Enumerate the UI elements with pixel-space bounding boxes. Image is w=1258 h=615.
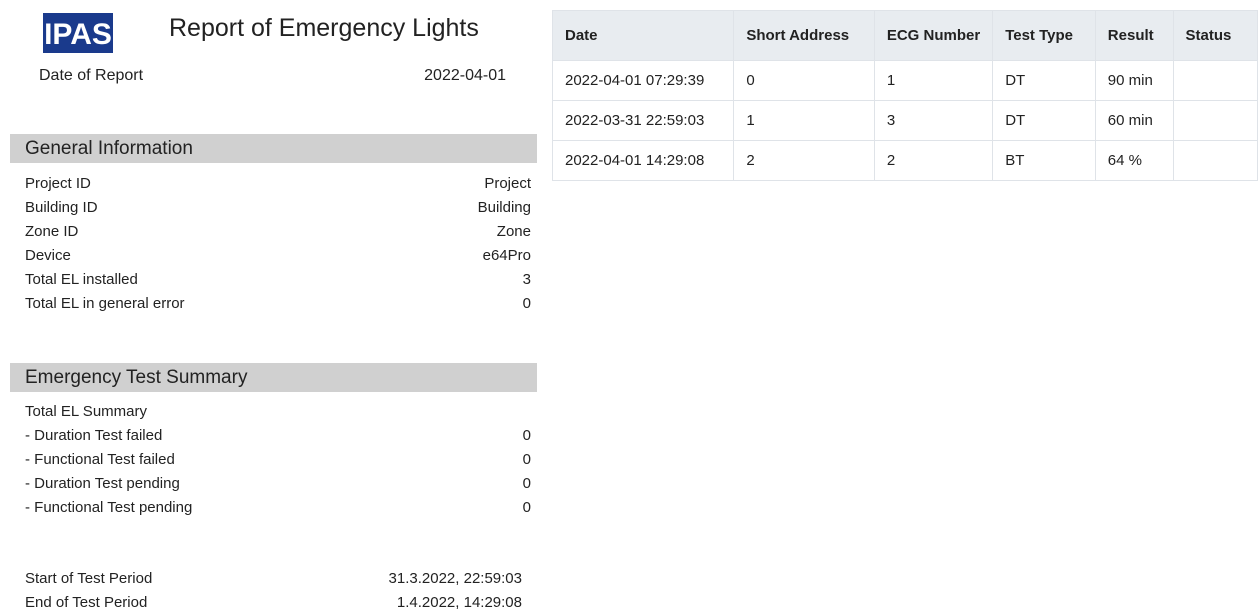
emergency-test-summary-list: Total EL Summary - Duration Test failed … bbox=[25, 400, 531, 520]
column-header-result: Result bbox=[1094, 10, 1174, 61]
general-info-label: Zone ID bbox=[25, 223, 79, 240]
general-info-value: 0 bbox=[522, 295, 531, 312]
test-period-start-row: Start of Test Period 31.3.2022, 22:59:03 bbox=[25, 567, 522, 591]
summary-label: Total EL Summary bbox=[25, 403, 147, 420]
summary-row: - Duration Test failed 0 bbox=[25, 424, 531, 448]
summary-value: 0 bbox=[522, 427, 531, 444]
summary-label: - Functional Test failed bbox=[25, 451, 175, 468]
general-info-value: 3 bbox=[522, 271, 531, 288]
general-info-label: Project ID bbox=[25, 175, 91, 192]
summary-value: 0 bbox=[522, 475, 531, 492]
general-info-value: Project bbox=[484, 175, 531, 192]
general-info-row: Building ID Building bbox=[25, 196, 531, 220]
column-header-ecg-number: ECG Number bbox=[873, 10, 994, 61]
table-row: 2022-03-31 22:59:03 1 3 DT 60 min bbox=[551, 100, 1258, 141]
emergency-lights-table: Date Short Address ECG Number Test Type … bbox=[551, 10, 1258, 181]
emergency-test-summary-header: Emergency Test Summary bbox=[10, 363, 537, 392]
column-header-short-address: Short Address bbox=[733, 10, 875, 61]
general-info-value: Building bbox=[477, 199, 531, 216]
ipas-logo: IPAS bbox=[43, 13, 113, 53]
cell-test-type: DT bbox=[992, 60, 1096, 101]
summary-label: - Functional Test pending bbox=[25, 499, 193, 516]
test-period-start-label: Start of Test Period bbox=[25, 570, 153, 587]
report-date-value: 2022-04-01 bbox=[424, 67, 506, 84]
general-info-label: Device bbox=[25, 247, 71, 264]
cell-test-type: BT bbox=[992, 140, 1096, 181]
table-row: 2022-04-01 14:29:08 2 2 BT 64 % bbox=[551, 140, 1258, 181]
cell-test-type: DT bbox=[992, 100, 1096, 141]
test-period-start-value: 31.3.2022, 22:59:03 bbox=[388, 570, 522, 587]
cell-ecg-number: 1 bbox=[873, 60, 994, 101]
general-information-list: Project ID Project Building ID Building … bbox=[25, 172, 531, 316]
general-info-row: Project ID Project bbox=[25, 172, 531, 196]
cell-status bbox=[1172, 100, 1258, 141]
summary-value: 0 bbox=[522, 451, 531, 468]
test-period-end-row: End of Test Period 1.4.2022, 14:29:08 bbox=[25, 591, 522, 615]
cell-date: 2022-04-01 07:29:39 bbox=[551, 60, 735, 101]
cell-result: 60 min bbox=[1094, 100, 1174, 141]
cell-result: 90 min bbox=[1094, 60, 1174, 101]
summary-value: 0 bbox=[522, 499, 531, 516]
general-info-row: Zone ID Zone bbox=[25, 220, 531, 244]
cell-short-address: 2 bbox=[733, 140, 875, 181]
report-title: Report of Emergency Lights bbox=[169, 14, 479, 42]
summary-row: - Functional Test pending 0 bbox=[25, 496, 531, 520]
general-info-value: Zone bbox=[496, 223, 531, 240]
summary-row: - Functional Test failed 0 bbox=[25, 448, 531, 472]
cell-ecg-number: 2 bbox=[873, 140, 994, 181]
cell-ecg-number: 3 bbox=[873, 100, 994, 141]
test-period-end-label: End of Test Period bbox=[25, 594, 148, 611]
general-info-label: Total EL installed bbox=[25, 271, 138, 288]
summary-row: - Duration Test pending 0 bbox=[25, 472, 531, 496]
summary-label: - Duration Test pending bbox=[25, 475, 180, 492]
cell-short-address: 1 bbox=[733, 100, 875, 141]
cell-date: 2022-04-01 14:29:08 bbox=[551, 140, 735, 181]
general-info-value: e64Pro bbox=[482, 247, 531, 264]
column-header-status: Status bbox=[1172, 10, 1258, 61]
test-period-end-value: 1.4.2022, 14:29:08 bbox=[396, 594, 522, 611]
cell-date: 2022-03-31 22:59:03 bbox=[551, 100, 735, 141]
general-info-label: Total EL in general error bbox=[25, 295, 185, 312]
table-header-row: Date Short Address ECG Number Test Type … bbox=[551, 10, 1258, 61]
column-header-date: Date bbox=[551, 10, 735, 61]
general-info-row: Total EL in general error 0 bbox=[25, 292, 531, 316]
svg-text:IPAS: IPAS bbox=[44, 18, 112, 51]
test-period: Start of Test Period 31.3.2022, 22:59:03… bbox=[25, 567, 522, 615]
summary-label: - Duration Test failed bbox=[25, 427, 163, 444]
general-information-header: General Information bbox=[10, 134, 537, 163]
general-info-row: Total EL installed 3 bbox=[25, 268, 531, 292]
table-row: 2022-04-01 07:29:39 0 1 DT 90 min bbox=[551, 60, 1258, 101]
general-info-label: Building ID bbox=[25, 199, 98, 216]
cell-result: 64 % bbox=[1094, 140, 1174, 181]
report-date-label: Date of Report bbox=[39, 67, 144, 84]
summary-row: Total EL Summary bbox=[25, 400, 531, 424]
general-info-row: Device e64Pro bbox=[25, 244, 531, 268]
cell-short-address: 0 bbox=[733, 60, 875, 101]
cell-status bbox=[1172, 60, 1258, 101]
column-header-test-type: Test Type bbox=[992, 10, 1096, 61]
cell-status bbox=[1172, 140, 1258, 181]
